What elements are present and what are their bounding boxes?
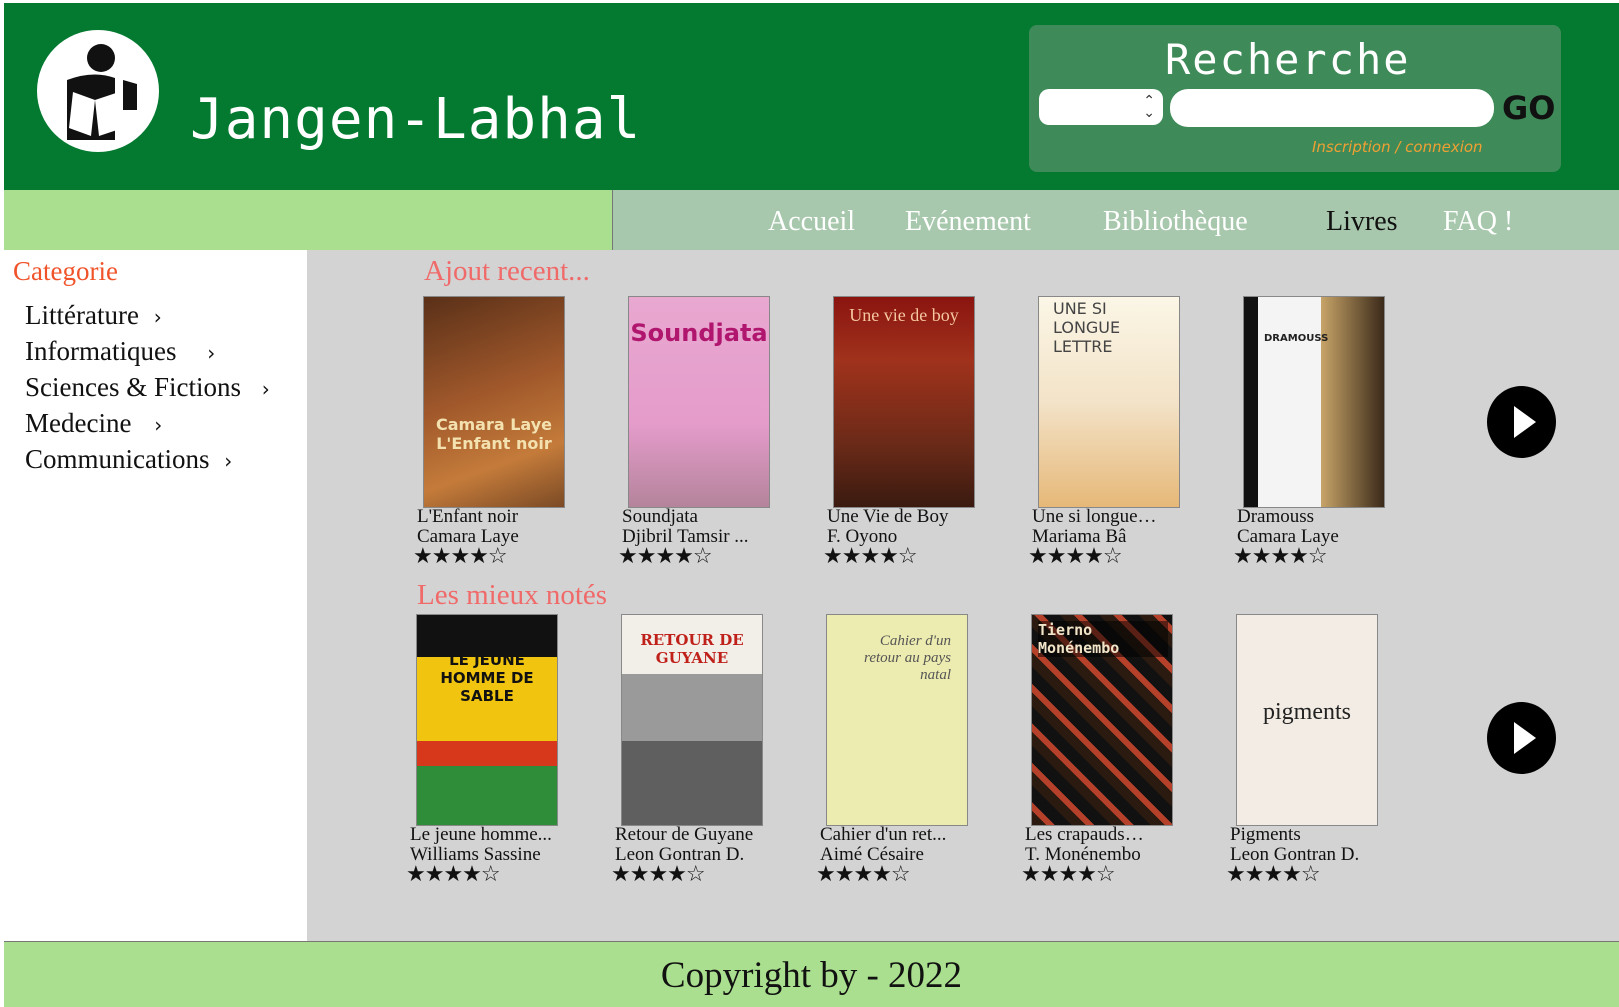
search-panel: Recherche ⌃ ⌄ GO Inscription / connexion — [1029, 25, 1561, 172]
cover-title: pigments — [1263, 699, 1351, 725]
category-label: Sciences & Fictions — [25, 372, 241, 402]
search-input[interactable] — [1170, 89, 1494, 127]
cover-title: Cahier d'un retour au pays natal — [864, 633, 951, 683]
nav-item-faq[interactable]: FAQ ! — [1443, 206, 1513, 238]
rating-stars: ★★★★☆ — [611, 862, 706, 887]
cover-title: Une vie de boy — [849, 305, 959, 325]
category-item-litterature[interactable]: Littérature › — [25, 300, 162, 331]
cover-title: DRAMOUSS — [1264, 333, 1329, 344]
category-item-communications[interactable]: Communications › — [25, 444, 232, 475]
book-title[interactable]: Dramouss — [1237, 507, 1387, 527]
book-cover[interactable]: Cahier d'un retour au pays natal — [826, 614, 968, 826]
carousel-next-button-recent[interactable] — [1487, 386, 1556, 458]
cover-title: UNE SI LONGUE LETTRE — [1053, 299, 1121, 356]
category-sidebar: Categorie Littérature › Informatiques › … — [4, 250, 307, 941]
cover-title: Tierno Monénembo — [1038, 621, 1168, 657]
nav-spacer — [4, 190, 612, 250]
go-button[interactable]: GO — [1502, 89, 1555, 127]
chevron-right-icon: › — [207, 341, 216, 365]
book-cover[interactable]: RETOUR DE GUYANE — [621, 614, 763, 826]
rating-stars: ★★★★☆ — [1028, 544, 1123, 569]
cover-title: Soundjata — [630, 319, 768, 347]
rating-stars: ★★★★☆ — [618, 544, 713, 569]
book-cover[interactable]: LE JEUNE HOMME DE SABLE — [416, 614, 558, 826]
footer: Copyright by - 2022 — [4, 941, 1619, 1007]
rating-stars: ★★★★☆ — [413, 544, 508, 569]
book-title[interactable]: Une si longue… — [1032, 507, 1182, 527]
site-title: Jangen-Labhal — [190, 87, 642, 152]
book-cover[interactable]: Une vie de boy — [833, 296, 975, 508]
copyright-text: Copyright by - 2022 — [660, 955, 963, 996]
chevron-right-icon: › — [153, 305, 162, 329]
book-cover[interactable]: UNE SI LONGUE LETTRE — [1038, 296, 1180, 508]
section-title-recent: Ajout recent... — [424, 255, 590, 287]
main-content: Ajout recent... Camara Laye L'Enfant noir… — [307, 250, 1619, 941]
chevron-right-icon: › — [261, 377, 270, 401]
book-title[interactable]: Une Vie de Boy — [827, 507, 977, 527]
rating-stars: ★★★★☆ — [823, 544, 918, 569]
cover-title: RETOUR DE GUYANE — [640, 631, 744, 667]
rating-stars: ★★★★☆ — [816, 862, 911, 887]
category-title: Categorie — [13, 256, 118, 286]
book-title[interactable]: Cahier d'un ret... — [820, 825, 970, 845]
book-title[interactable]: Le jeune homme... — [410, 825, 560, 845]
cover-title: Camara Laye L'Enfant noir — [435, 415, 553, 453]
book-cover[interactable]: Camara Laye L'Enfant noir — [423, 296, 565, 508]
category-item-sciences-fictions[interactable]: Sciences & Fictions › — [25, 372, 270, 403]
book-cover[interactable]: Soundjata — [628, 296, 770, 508]
carousel-next-button-top-rated[interactable] — [1487, 702, 1556, 774]
book-title[interactable]: Les crapauds… — [1025, 825, 1175, 845]
category-label: Medecine — [25, 408, 132, 438]
select-arrows-icon: ⌃ ⌄ — [1143, 93, 1155, 121]
category-item-informatiques[interactable]: Informatiques › — [25, 336, 215, 367]
rating-stars: ★★★★☆ — [1021, 862, 1116, 887]
book-title[interactable]: Retour de Guyane — [615, 825, 765, 845]
book-cover[interactable]: Tierno Monénembo — [1031, 614, 1173, 826]
category-label: Littérature — [25, 300, 139, 330]
rating-stars: ★★★★☆ — [406, 862, 501, 887]
page: Jangen-Labhal Recherche ⌃ ⌄ GO Inscriptio… — [4, 3, 1619, 1007]
rating-stars: ★★★★☆ — [1233, 544, 1328, 569]
search-title: Recherche — [1165, 35, 1411, 84]
auth-link[interactable]: Inscription / connexion — [1312, 138, 1483, 156]
header: Jangen-Labhal Recherche ⌃ ⌄ GO Inscriptio… — [4, 3, 1619, 190]
nav-item-accueil[interactable]: Accueil — [768, 206, 855, 238]
category-item-medecine[interactable]: Medecine › — [25, 408, 162, 439]
book-cover[interactable]: DRAMOUSS — [1243, 296, 1385, 508]
book-title[interactable]: Pigments — [1230, 825, 1380, 845]
reader-icon[interactable] — [37, 30, 159, 152]
search-category-select[interactable]: ⌃ ⌄ — [1039, 89, 1163, 125]
nav-item-livres[interactable]: Livres — [1326, 206, 1398, 238]
nav-item-bibliotheque[interactable]: Bibliothèque — [1103, 206, 1248, 238]
book-title[interactable]: L'Enfant noir — [417, 507, 567, 527]
nav-item-evenement[interactable]: Evénement — [905, 206, 1031, 238]
cover-title: LE JEUNE HOMME DE SABLE — [440, 651, 534, 705]
book-title[interactable]: Soundjata — [622, 507, 772, 527]
rating-stars: ★★★★☆ — [1226, 862, 1321, 887]
chevron-right-icon: › — [224, 449, 233, 473]
book-cover[interactable]: pigments — [1236, 614, 1378, 826]
main-nav: Accueil Evénement Bibliothèque Livres FA… — [612, 190, 1619, 250]
category-label: Communications — [25, 444, 210, 474]
category-label: Informatiques — [25, 336, 177, 366]
chevron-right-icon: › — [154, 413, 163, 437]
section-title-top-rated: Les mieux notés — [417, 579, 608, 611]
